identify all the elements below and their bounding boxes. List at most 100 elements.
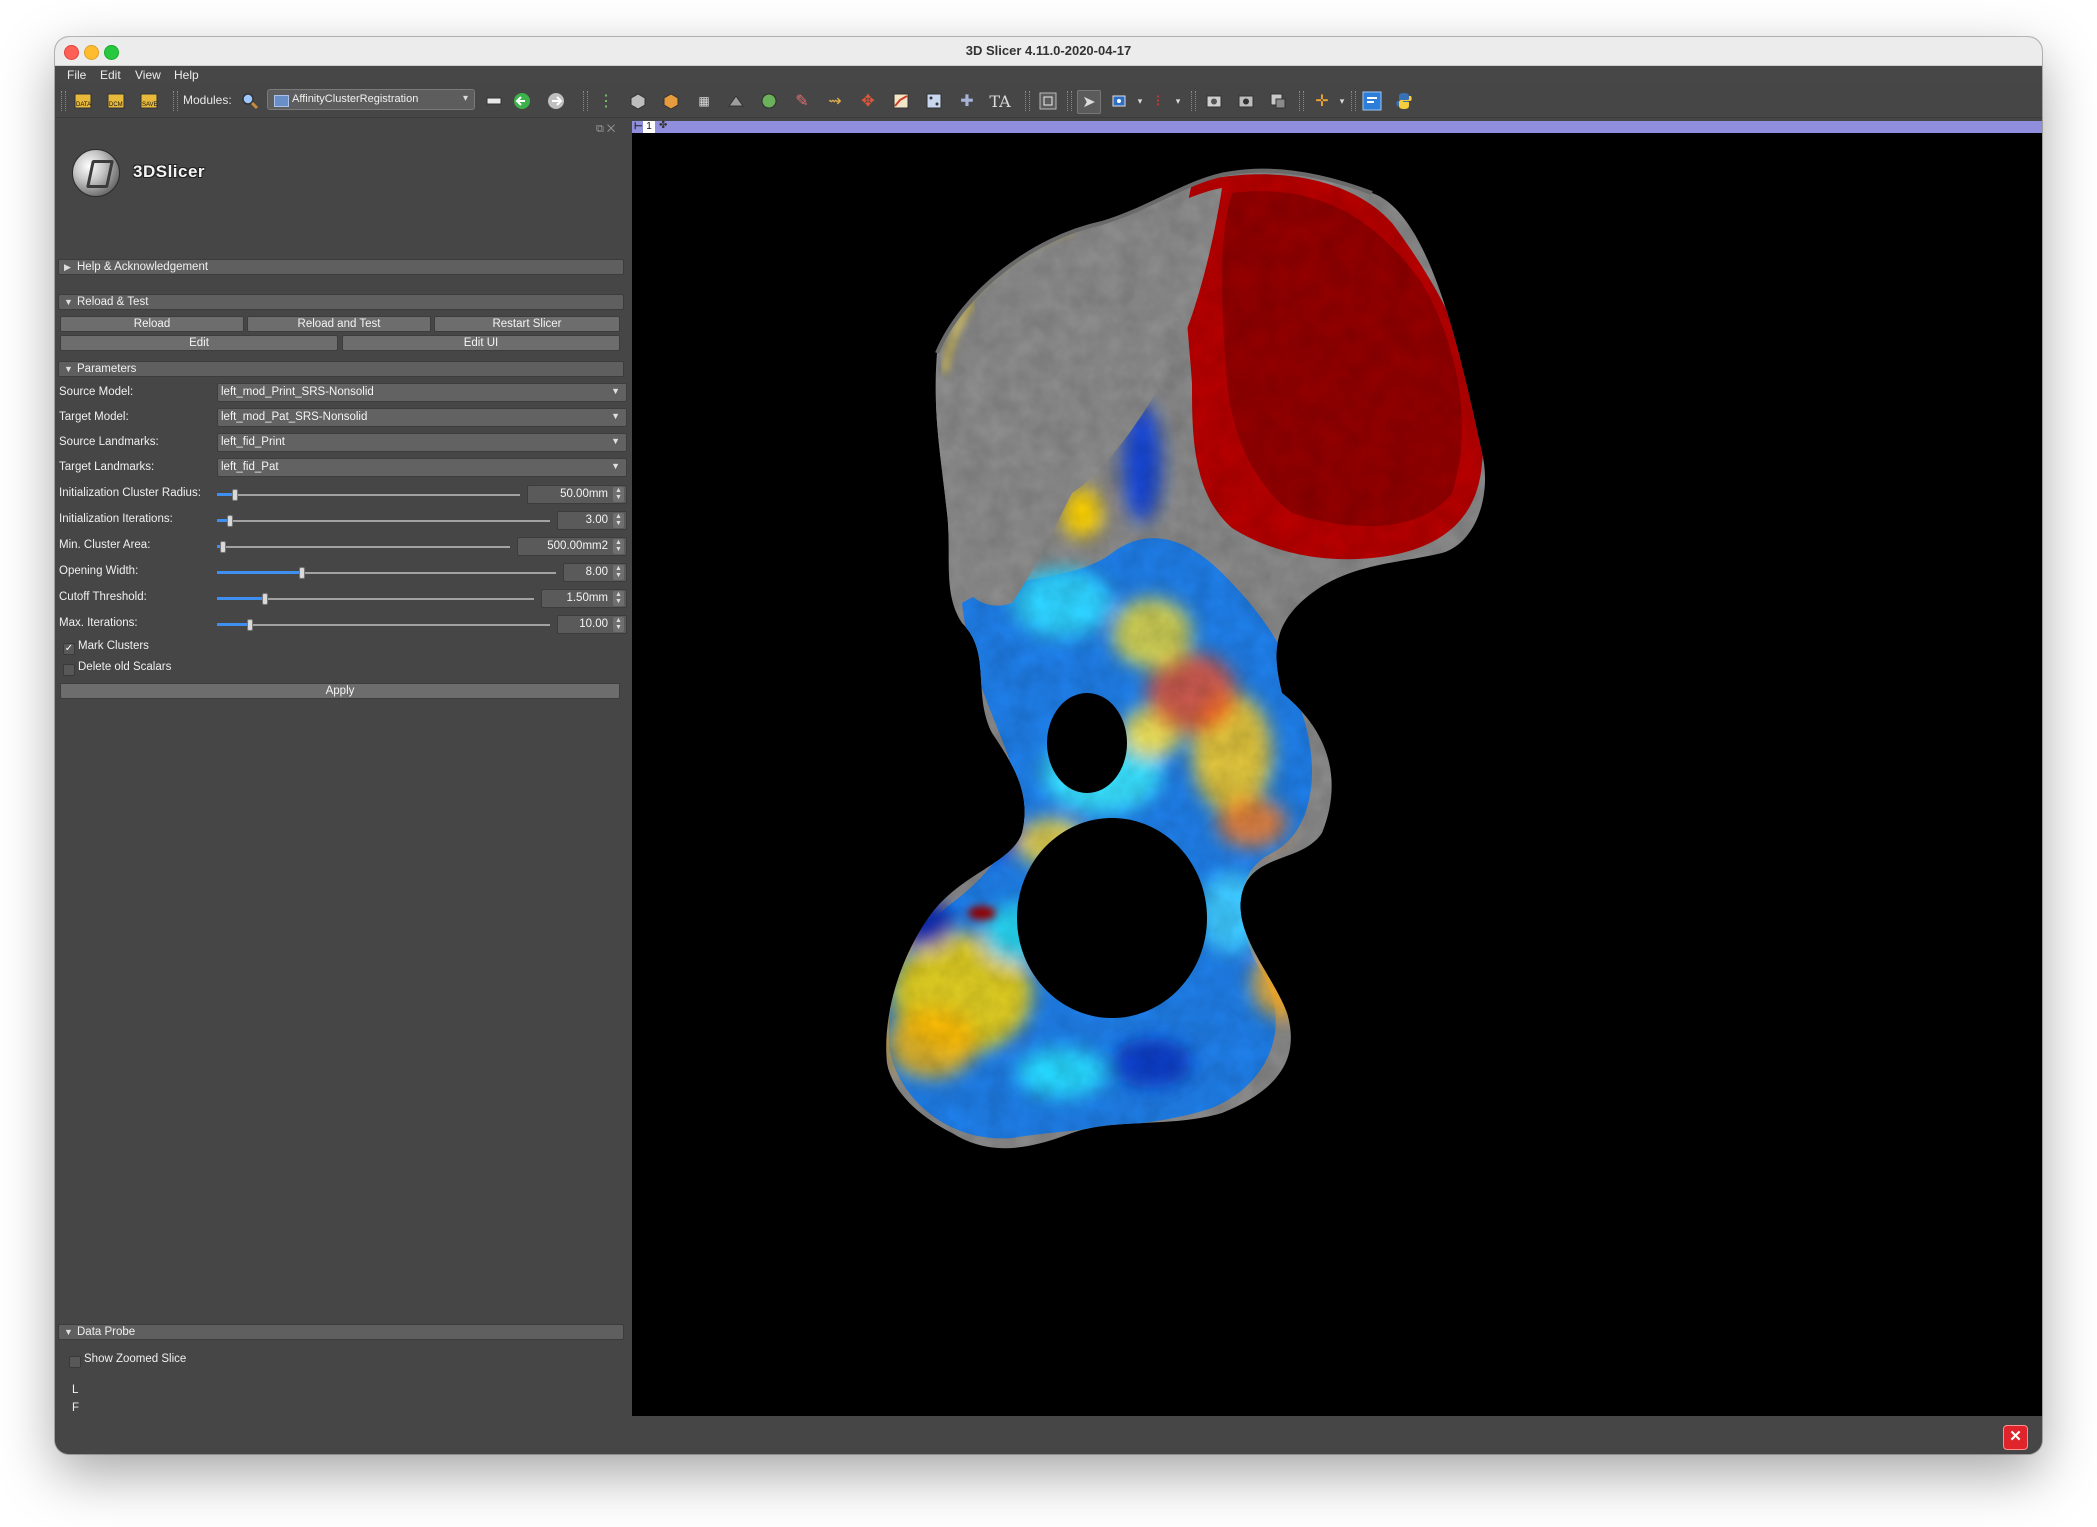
mark-clusters-checkbox[interactable]: ✓ <box>63 643 75 655</box>
chevron-down-icon[interactable]: ▾ <box>1167 90 1189 112</box>
section-reload-test[interactable]: ▼ Reload & Test <box>58 294 624 310</box>
camera-icon[interactable]: ✥ <box>857 90 879 112</box>
menu-help[interactable]: Help <box>174 68 199 82</box>
place-icon[interactable] <box>1109 90 1131 112</box>
search-icon[interactable] <box>239 90 261 112</box>
target-model-combo[interactable]: left_mod_Pat_SRS-Nonsolid ▼ <box>217 408 627 427</box>
spin-arrows-icon[interactable]: ▲ ▼ <box>613 591 624 606</box>
min-cluster-area-spinbox[interactable]: 500.00mm2 ▲ ▼ <box>517 537 627 556</box>
init-iterations-spinbox[interactable]: 3.00 ▲ ▼ <box>557 511 627 530</box>
grid-icon[interactable]: ⋮ <box>595 90 617 112</box>
max-iterations-spinbox[interactable]: 10.00 ▲ ▼ <box>557 615 627 634</box>
slider-handle[interactable] <box>232 489 238 501</box>
reload-and-test-button[interactable]: Reload and Test <box>247 316 431 332</box>
restart-slicer-button[interactable]: Restart Slicer <box>434 316 620 332</box>
extension-manager-icon[interactable] <box>1361 90 1383 112</box>
text-icon[interactable]: TA <box>989 90 1011 112</box>
chevron-down-icon: ▼ <box>611 411 620 421</box>
spin-arrows-icon[interactable]: ▲ ▼ <box>613 487 624 502</box>
menu-file[interactable]: File <box>67 68 86 82</box>
back-arrow-icon[interactable] <box>511 90 533 112</box>
slider-handle[interactable] <box>299 567 305 579</box>
slider-handle[interactable] <box>262 593 268 605</box>
data-icon[interactable]: DATA <box>72 90 94 112</box>
crosshair-icon[interactable]: ✛ <box>1311 90 1333 112</box>
panel-float-close-icon[interactable]: ⧉ ✕ <box>596 123 615 136</box>
show-zoomed-slice-checkbox[interactable] <box>69 1356 81 1368</box>
slider-track[interactable] <box>217 546 510 548</box>
layout-icon[interactable] <box>483 90 505 112</box>
slider-track[interactable] <box>217 624 550 626</box>
slider-handle[interactable] <box>220 541 226 553</box>
capture-icon[interactable] <box>1267 90 1289 112</box>
opening-width-spinbox[interactable]: 8.00 ▲ ▼ <box>563 563 627 582</box>
section-help-acknowledgement[interactable]: ▶ Help & Acknowledgement <box>58 259 624 275</box>
toolbar-grip[interactable] <box>1299 91 1304 111</box>
slider-track[interactable] <box>217 494 520 496</box>
section-data-probe[interactable]: ▼ Data Probe <box>58 1324 624 1340</box>
pin-icon[interactable]: ⊢ <box>634 121 643 132</box>
toolbar-grip[interactable] <box>61 91 66 111</box>
toolbar-grip[interactable] <box>1067 91 1072 111</box>
section-parameters[interactable]: ▼ Parameters <box>58 361 624 377</box>
source-model-value: left_mod_Print_SRS-Nonsolid <box>221 386 374 398</box>
source-model-combo[interactable]: left_mod_Print_SRS-Nonsolid ▼ <box>217 383 627 402</box>
toolbar-grip[interactable] <box>1025 91 1030 111</box>
module-selector[interactable]: AffinityClusterRegistration ▾ <box>267 89 475 110</box>
dcm-icon[interactable]: DCM <box>105 90 127 112</box>
spin-arrows-icon[interactable]: ▲ ▼ <box>613 539 624 554</box>
spin-arrows-icon[interactable]: ▲ ▼ <box>613 513 624 528</box>
puzzle-icon[interactable]: ✚ <box>956 90 978 112</box>
apply-button[interactable]: Apply <box>60 683 620 699</box>
slider-fill <box>217 571 302 574</box>
fiducial-icon[interactable]: ⁝ <box>1147 90 1169 112</box>
slider-track[interactable] <box>217 520 550 522</box>
toolbar-grip[interactable] <box>583 91 588 111</box>
reload-button[interactable]: Reload <box>60 316 244 332</box>
cutoff-threshold-spinbox[interactable]: 1.50mm ▲ ▼ <box>541 589 627 608</box>
save-icon[interactable]: SAVE <box>138 90 160 112</box>
slider-label: Initialization Iterations: <box>59 513 173 525</box>
chevron-down-icon: ▼ <box>611 436 620 446</box>
toolbar-grip[interactable] <box>173 91 178 111</box>
slice-icon[interactable]: ▦ <box>693 90 715 112</box>
delete-old-scalars-checkbox[interactable] <box>63 664 75 676</box>
source-landmarks-combo[interactable]: left_fid_Print ▼ <box>217 433 627 452</box>
toolbar-grip[interactable] <box>1191 91 1196 111</box>
target-landmarks-combo[interactable]: left_fid_Pat ▼ <box>217 458 627 477</box>
model-icon[interactable]: ✎ <box>791 90 813 112</box>
chevron-down-icon: ▼ <box>611 386 620 396</box>
spin-arrows-icon[interactable]: ▲ ▼ <box>613 617 624 632</box>
markup-icon[interactable] <box>725 90 747 112</box>
3d-view[interactable] <box>632 133 2042 1416</box>
edit-button[interactable]: Edit <box>60 335 338 351</box>
chevron-down-icon: ▼ <box>64 1327 73 1337</box>
error-log-icon[interactable]: ✕ <box>2003 1425 2028 1450</box>
segment-icon[interactable] <box>758 90 780 112</box>
toolbar-grip[interactable] <box>1351 91 1356 111</box>
scene-view-icon[interactable] <box>1235 90 1257 112</box>
cube-icon[interactable] <box>627 90 649 112</box>
scalar-icon[interactable] <box>890 90 912 112</box>
forward-arrow-icon[interactable] <box>545 90 567 112</box>
pointer-icon[interactable]: ➤ <box>1077 90 1101 114</box>
menu-view[interactable]: View <box>135 68 161 82</box>
slider-handle[interactable] <box>227 515 233 527</box>
edit-ui-button[interactable]: Edit UI <box>342 335 620 351</box>
module-panel: ⧉ ✕ 3DSlicer ▶ Help & Acknowledgement ▼ … <box>55 119 632 1432</box>
transform-icon[interactable]: ⇝ <box>824 90 846 112</box>
spin-arrows-icon[interactable]: ▲ ▼ <box>613 565 624 580</box>
slider-handle[interactable] <box>247 619 253 631</box>
spin-value: 3.00 <box>585 514 608 526</box>
section-label: Reload & Test <box>77 296 149 308</box>
volume-icon[interactable] <box>660 90 682 112</box>
reset-view-icon[interactable] <box>1037 90 1059 112</box>
dice-icon[interactable] <box>923 90 945 112</box>
crosshair-icon[interactable]: ✤ <box>659 120 667 131</box>
screenshot-icon[interactable] <box>1203 90 1225 112</box>
python-icon[interactable] <box>1393 90 1415 112</box>
chevron-down-icon[interactable]: ▾ <box>1331 90 1353 112</box>
cluster-radius-spinbox[interactable]: 50.00mm ▲ ▼ <box>527 485 627 504</box>
menu-edit[interactable]: Edit <box>100 68 121 82</box>
3d-view-controller-bar[interactable]: ⊢ 1 ✤ <box>632 120 2042 133</box>
